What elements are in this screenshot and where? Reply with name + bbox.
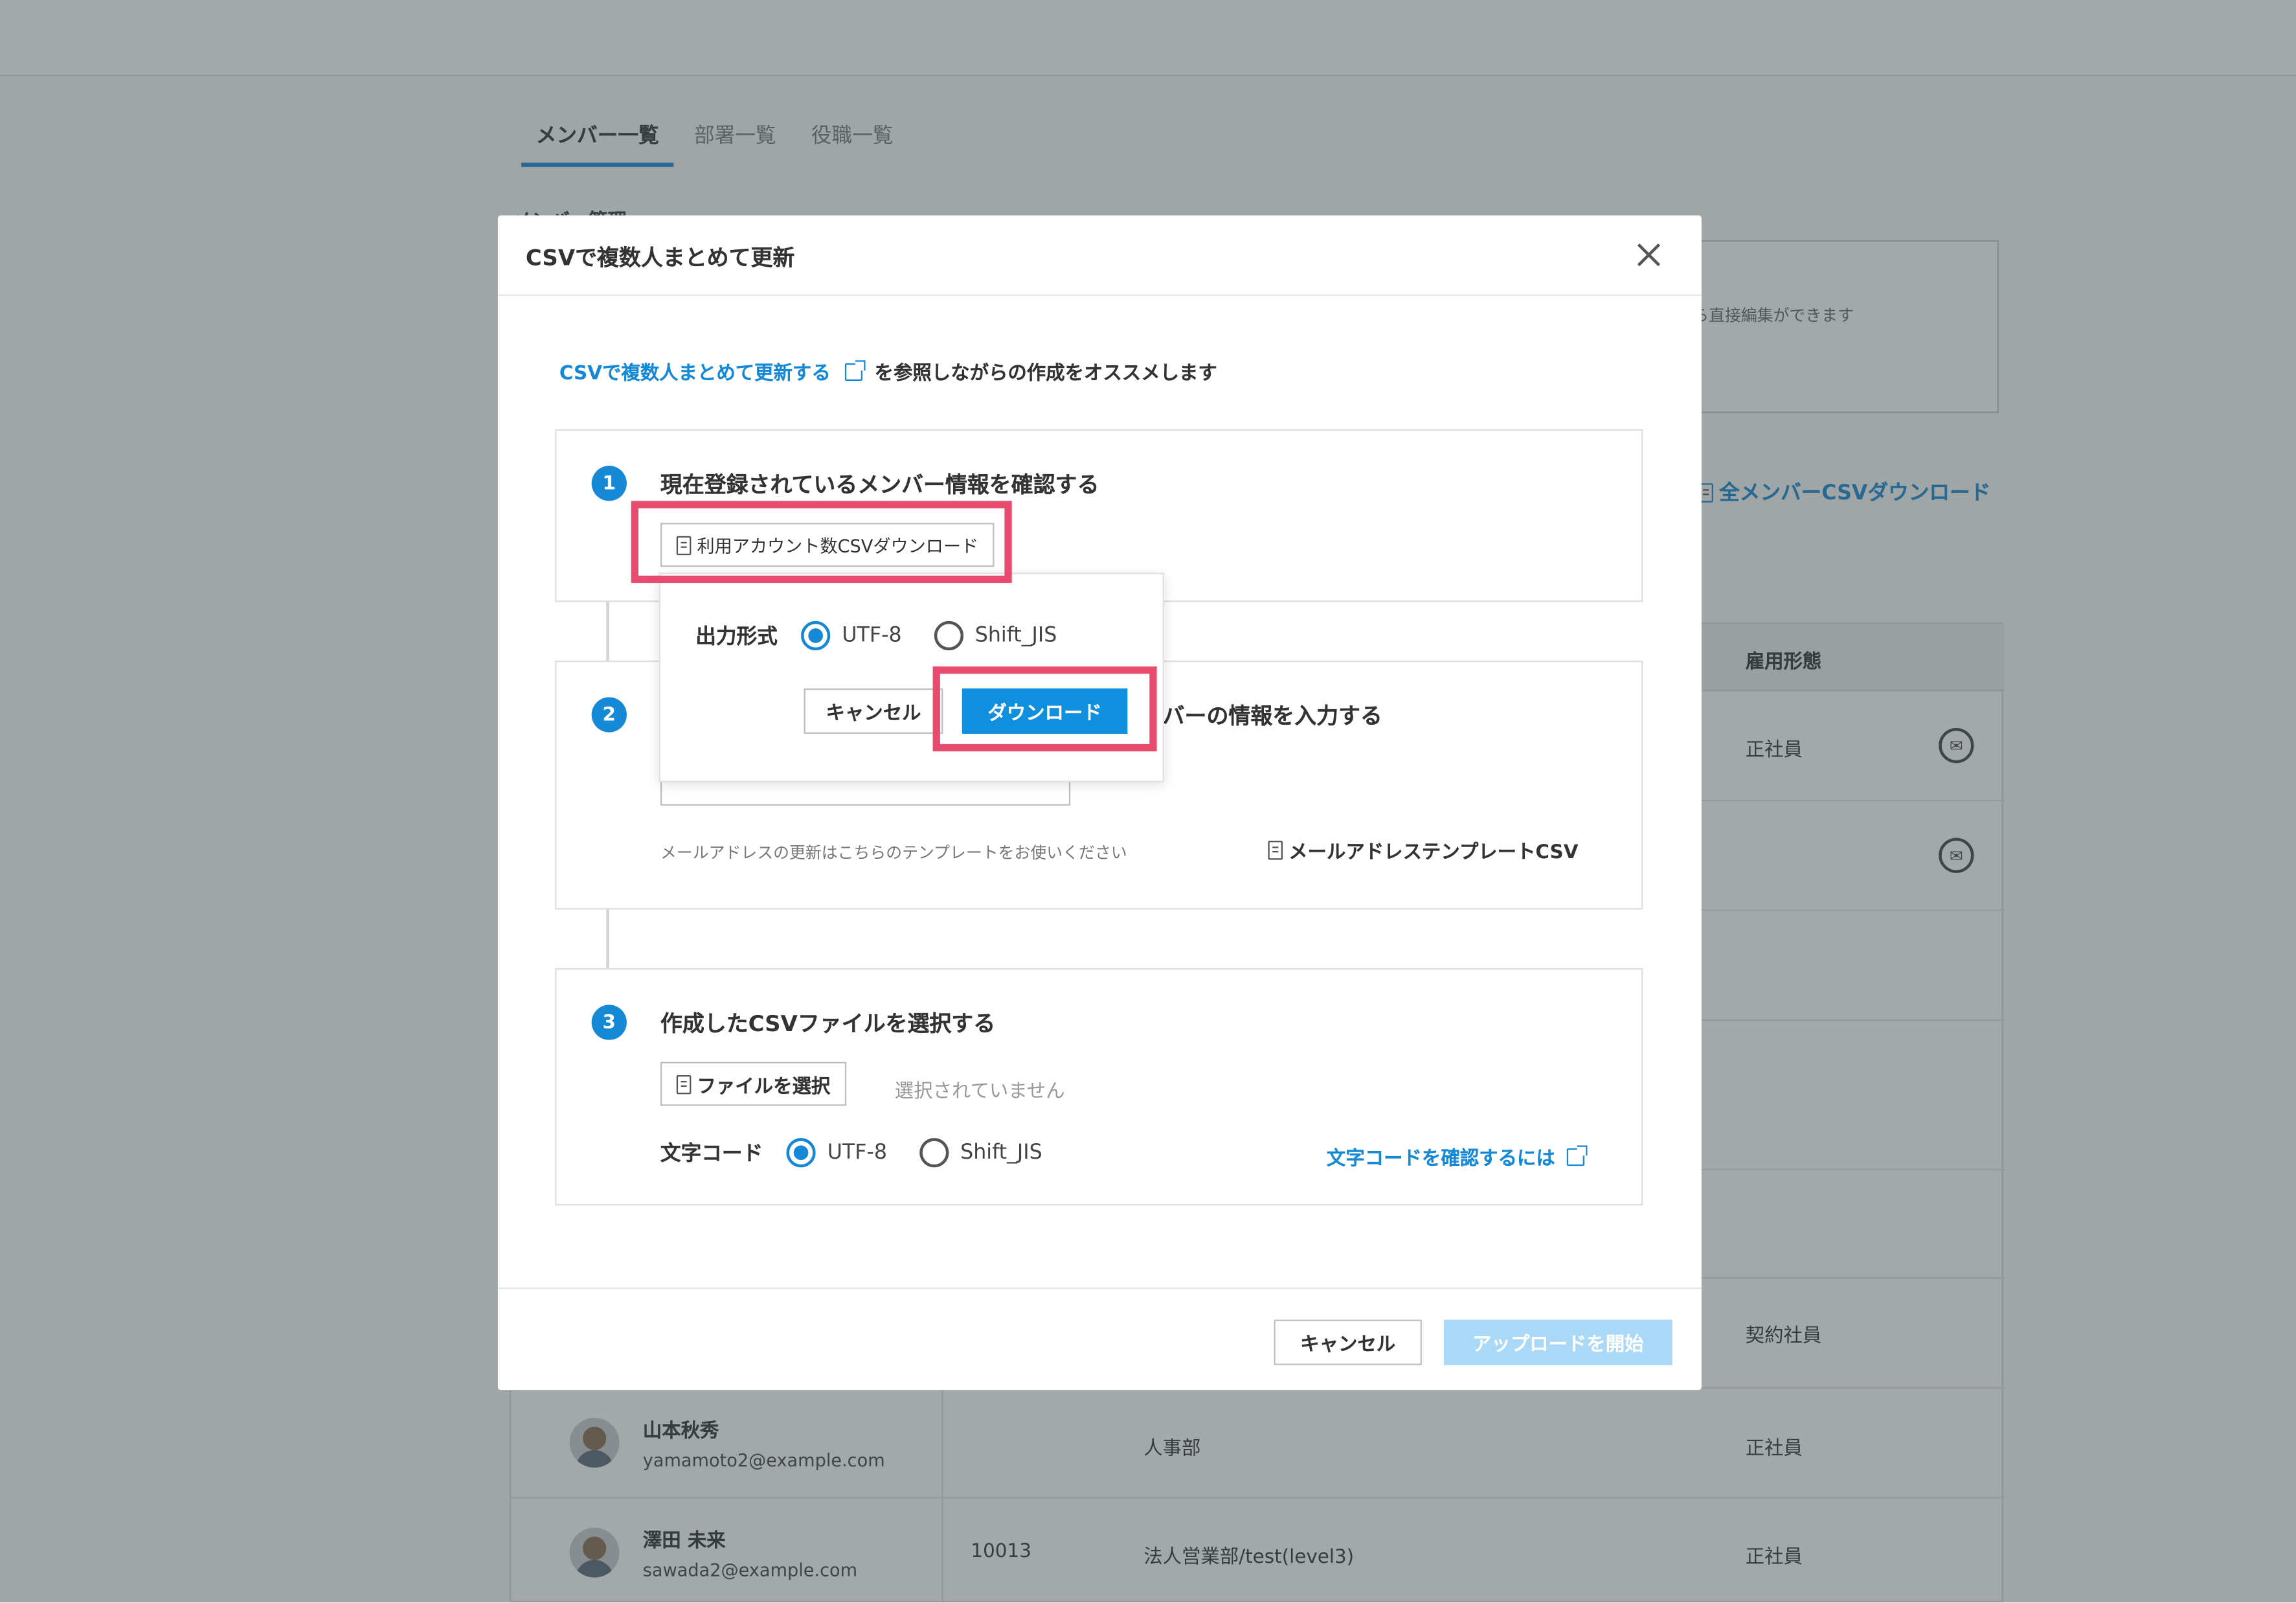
button-label: ファイルを選択 bbox=[697, 1076, 831, 1098]
close-icon[interactable] bbox=[1634, 240, 1663, 269]
intro-text: を参照しながらの作成をオススメします bbox=[874, 363, 1217, 385]
step-number-badge: 2 bbox=[591, 697, 627, 733]
option-label: UTF-8 bbox=[827, 1141, 888, 1165]
encoding-radio-group: 文字コード UTF-8 Shift_JIS bbox=[660, 1138, 1075, 1168]
option-label: UTF-8 bbox=[842, 624, 902, 648]
csv-bulk-update-modal: CSVで複数人まとめて更新 CSVで複数人まとめて更新する を参照しながらの作成… bbox=[497, 215, 1702, 1391]
encoding-label: 文字コード bbox=[660, 1142, 763, 1166]
format-option-utf8[interactable]: UTF-8 bbox=[801, 620, 902, 651]
encoding-option-shiftjis[interactable]: Shift_JIS bbox=[919, 1138, 1042, 1168]
email-template-csv-link[interactable]: メールアドレステンプレートCSV bbox=[1268, 836, 1579, 865]
encoding-option-utf8[interactable]: UTF-8 bbox=[786, 1138, 888, 1168]
screen-root: メンバー一覧 部署一覧 役職一覧 メンバー管理 ら直接編集ができます 全メンバー… bbox=[0, 0, 2296, 1603]
modal-title: CSVで複数人まとめて更新 bbox=[525, 244, 795, 271]
radio-unchecked-icon[interactable] bbox=[919, 1138, 949, 1168]
link-label: 文字コードを確認するには bbox=[1326, 1148, 1555, 1170]
step-title: バーの情報を入力する bbox=[1162, 703, 1382, 730]
step-title: 現在登録されているメンバー情報を確認する bbox=[660, 472, 1099, 498]
start-upload-button[interactable]: アップロードを開始 bbox=[1443, 1319, 1672, 1365]
email-update-hint: メールアドレスの更新はこちらのテンプレートをお使いください bbox=[660, 843, 1127, 863]
radio-checked-icon[interactable] bbox=[801, 620, 831, 651]
file-icon bbox=[676, 1074, 692, 1094]
file-select-button[interactable]: ファイルを選択 bbox=[660, 1062, 847, 1106]
step-title: 作成したCSVファイルを選択する bbox=[660, 1010, 996, 1038]
popover-cancel-button[interactable]: キャンセル bbox=[804, 688, 943, 734]
csv-file-icon bbox=[1268, 841, 1283, 860]
option-label: Shift_JIS bbox=[960, 1141, 1042, 1165]
radio-checked-icon[interactable] bbox=[786, 1138, 816, 1168]
check-encoding-link[interactable]: 文字コードを確認するには bbox=[1327, 1143, 1590, 1170]
intro-line: CSVで複数人まとめて更新する を参照しながらの作成をオススメします bbox=[559, 358, 1217, 385]
cancel-button[interactable]: キャンセル bbox=[1274, 1319, 1422, 1365]
output-format-radio-group: 出力形式 UTF-8 Shift_JIS bbox=[695, 620, 1089, 651]
radio-unchecked-icon[interactable] bbox=[934, 620, 963, 651]
step-number-badge: 1 bbox=[591, 466, 627, 501]
highlight-box-download bbox=[932, 666, 1157, 752]
highlight-box-account-csv bbox=[631, 501, 1012, 584]
format-option-shiftjis[interactable]: Shift_JIS bbox=[934, 620, 1057, 651]
file-status: 選択されていません bbox=[894, 1080, 1065, 1103]
step-3-card: 3 作成したCSVファイルを選択する ファイルを選択 選択されていません 文字コ… bbox=[555, 968, 1643, 1206]
step-connector bbox=[606, 602, 609, 661]
modal-footer: キャンセル アップロードを開始 bbox=[497, 1287, 1702, 1390]
output-format-label: 出力形式 bbox=[695, 625, 778, 649]
external-link-icon bbox=[1566, 1144, 1588, 1166]
external-link-icon bbox=[845, 359, 866, 380]
modal-header: CSVで複数人まとめて更新 bbox=[497, 215, 1702, 296]
step-number-badge: 3 bbox=[591, 1005, 627, 1040]
step-connector bbox=[606, 909, 609, 968]
option-label: Shift_JIS bbox=[974, 624, 1057, 648]
guide-link[interactable]: CSVで複数人まとめて更新する bbox=[559, 358, 831, 385]
link-label: メールアドレステンプレートCSV bbox=[1289, 842, 1579, 865]
